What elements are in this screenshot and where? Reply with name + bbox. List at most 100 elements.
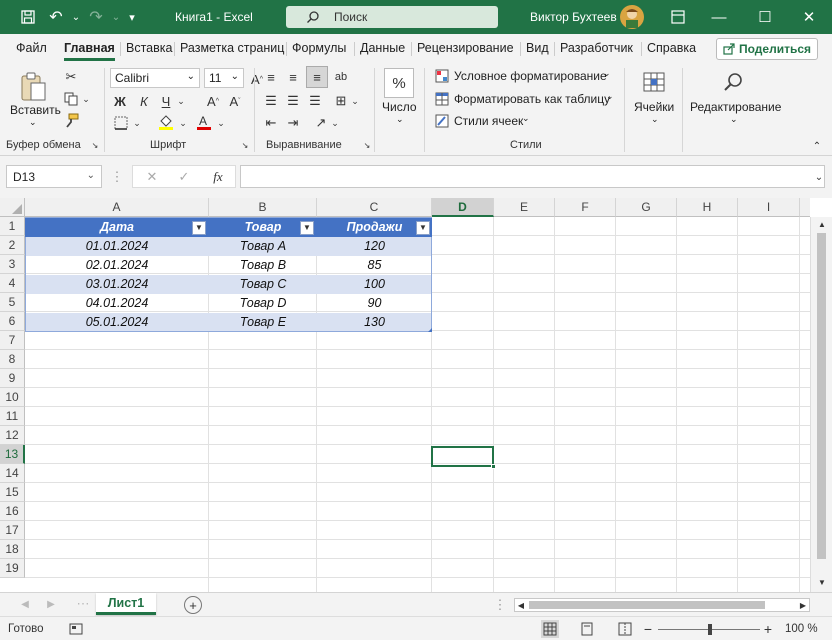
tab-page-layout[interactable]: Разметка страниц <box>180 41 284 55</box>
column-header-h[interactable]: H <box>677 198 738 217</box>
column-header-g[interactable]: G <box>616 198 677 217</box>
row-header-3[interactable]: 3 <box>0 255 25 274</box>
user-name[interactable]: Виктор Бухтеев <box>530 10 617 24</box>
table-cell-product[interactable]: Товар A <box>209 237 317 256</box>
row-header-8[interactable]: 8 <box>0 350 25 369</box>
close-button[interactable]: ✕ <box>786 0 832 34</box>
cancel-icon[interactable]: ✕ <box>143 168 161 186</box>
table-cell-sales[interactable]: 130 <box>317 313 432 332</box>
editing-label[interactable]: Редактирование <box>690 100 781 114</box>
maximize-button[interactable]: ☐ <box>742 0 788 34</box>
save-icon[interactable] <box>18 7 38 27</box>
table-cell-sales[interactable]: 85 <box>317 256 432 275</box>
fill-handle[interactable] <box>491 464 496 469</box>
table-resize-handle[interactable] <box>428 328 432 332</box>
column-header-e[interactable]: E <box>494 198 555 217</box>
format-as-table-dropdown-icon[interactable]: ⌄ <box>606 91 614 102</box>
table-header-date[interactable]: Дата <box>25 218 209 237</box>
tab-help[interactable]: Справка <box>647 41 696 55</box>
sheet-tab[interactable]: Лист1 <box>96 593 156 615</box>
undo-icon[interactable]: ↶ <box>46 7 66 27</box>
wrap-text-icon[interactable]: ab <box>332 68 350 86</box>
table-cell-date[interactable]: 03.01.2024 <box>25 275 209 294</box>
format-painter-icon[interactable] <box>62 112 80 130</box>
align-middle-icon[interactable]: ≡ <box>284 68 302 86</box>
decrease-indent-icon[interactable]: ⇤ <box>262 114 280 132</box>
table-cell-product[interactable]: Товар E <box>209 313 317 332</box>
zoom-level[interactable]: 100 % <box>785 623 818 635</box>
conditional-formatting-label[interactable]: Условное форматирование <box>454 69 607 83</box>
tab-data[interactable]: Данные <box>360 41 405 55</box>
worksheet-grid[interactable]: A B C D E F G H I 1 2 3 4 5 6 7 8 9 10 11 12 13 14 15 1… <box>0 198 832 592</box>
tab-review[interactable]: Рецензирование <box>417 41 514 55</box>
row-header-2[interactable]: 2 <box>0 236 25 255</box>
row-header-17[interactable]: 17 <box>0 521 25 540</box>
row-header-11[interactable]: 11 <box>0 407 25 426</box>
row-header-9[interactable]: 9 <box>0 369 25 388</box>
borders-dropdown-icon[interactable]: ⌄ <box>132 114 142 132</box>
format-as-table-label[interactable]: Форматировать как таблицу <box>454 92 610 106</box>
table-cell-sales[interactable]: 120 <box>317 237 432 256</box>
row-header-16[interactable]: 16 <box>0 502 25 521</box>
undo-dropdown-icon[interactable]: ⌄ <box>66 7 86 27</box>
zoom-in-icon[interactable]: + <box>762 621 774 637</box>
row-header-4[interactable]: 4 <box>0 274 25 293</box>
cell-styles-icon[interactable] <box>434 113 450 129</box>
merge-center-icon[interactable]: ⊞ <box>332 92 350 110</box>
name-box-dropdown-icon[interactable]: ⌄ <box>87 170 95 181</box>
bold-button[interactable]: Ж <box>112 92 128 110</box>
row-header-14[interactable]: 14 <box>0 464 25 483</box>
table-cell-date[interactable]: 05.01.2024 <box>25 313 209 332</box>
editing-icon[interactable] <box>720 68 748 96</box>
format-as-table-icon[interactable] <box>434 91 450 107</box>
row-header-13[interactable]: 13 <box>0 445 25 464</box>
cells-label[interactable]: Ячейки <box>634 100 674 114</box>
font-launcher-icon[interactable]: ↘ <box>240 140 250 150</box>
shrink-font-button[interactable]: Aˇ <box>226 92 244 110</box>
borders-icon[interactable] <box>112 114 130 132</box>
tab-view[interactable]: Вид <box>526 41 549 55</box>
share-button[interactable]: Поделиться <box>716 38 818 60</box>
table-cell-date[interactable]: 01.01.2024 <box>25 237 209 256</box>
editing-dropdown-icon[interactable]: ⌄ <box>730 114 738 125</box>
underline-button[interactable]: Ч <box>158 92 174 110</box>
insert-function-button[interactable]: fx <box>207 168 229 186</box>
increase-indent-icon[interactable]: ⇥ <box>284 114 302 132</box>
row-header-6[interactable]: 6 <box>0 312 25 331</box>
ribbon-display-icon[interactable] <box>668 7 688 27</box>
search-box[interactable]: Поиск <box>286 6 498 28</box>
vertical-scroll-thumb[interactable] <box>817 233 826 559</box>
column-header-c[interactable]: C <box>317 198 432 217</box>
clipboard-launcher-icon[interactable]: ↘ <box>90 140 100 150</box>
filter-dropdown-icon[interactable]: ▼ <box>300 221 314 235</box>
number-dropdown-icon[interactable]: ⌄ <box>396 114 404 125</box>
copy-icon[interactable] <box>62 90 80 108</box>
table-cell-sales[interactable]: 90 <box>317 294 432 313</box>
minimize-button[interactable]: — <box>696 0 742 34</box>
copy-dropdown-icon[interactable]: ⌄ <box>80 90 92 108</box>
page-layout-view-icon[interactable] <box>578 620 596 638</box>
paste-icon[interactable] <box>16 70 52 104</box>
align-bottom-icon[interactable]: ≡ <box>306 66 328 88</box>
tab-home[interactable]: Главная <box>64 41 115 61</box>
paste-label[interactable]: Вставить <box>10 103 61 117</box>
next-sheet-icon[interactable]: ▶ <box>44 597 58 611</box>
column-header-a[interactable]: A <box>25 198 209 217</box>
conditional-formatting-icon[interactable] <box>434 68 450 84</box>
align-center-icon[interactable]: ☰ <box>284 92 302 110</box>
number-label[interactable]: Число <box>382 100 417 114</box>
cell-styles-label[interactable]: Стили ячеек <box>454 114 523 128</box>
row-header-19[interactable]: 19 <box>0 559 25 578</box>
scroll-down-icon[interactable]: ▼ <box>815 575 829 589</box>
column-header-f[interactable]: F <box>555 198 616 217</box>
row-header-7[interactable]: 7 <box>0 331 25 350</box>
font-size-dropdown[interactable]: 11 ⌄ <box>204 68 244 88</box>
page-break-view-icon[interactable] <box>616 620 634 638</box>
cut-icon[interactable]: ✂ <box>62 68 80 86</box>
horizontal-scroll-thumb[interactable] <box>529 601 765 609</box>
redo-icon[interactable]: ↷ <box>86 7 106 27</box>
orientation-dropdown-icon[interactable]: ⌄ <box>330 114 340 132</box>
number-format-icon[interactable]: % <box>384 68 414 98</box>
fill-color-icon[interactable] <box>156 112 176 132</box>
row-header-1[interactable]: 1 <box>0 217 25 236</box>
